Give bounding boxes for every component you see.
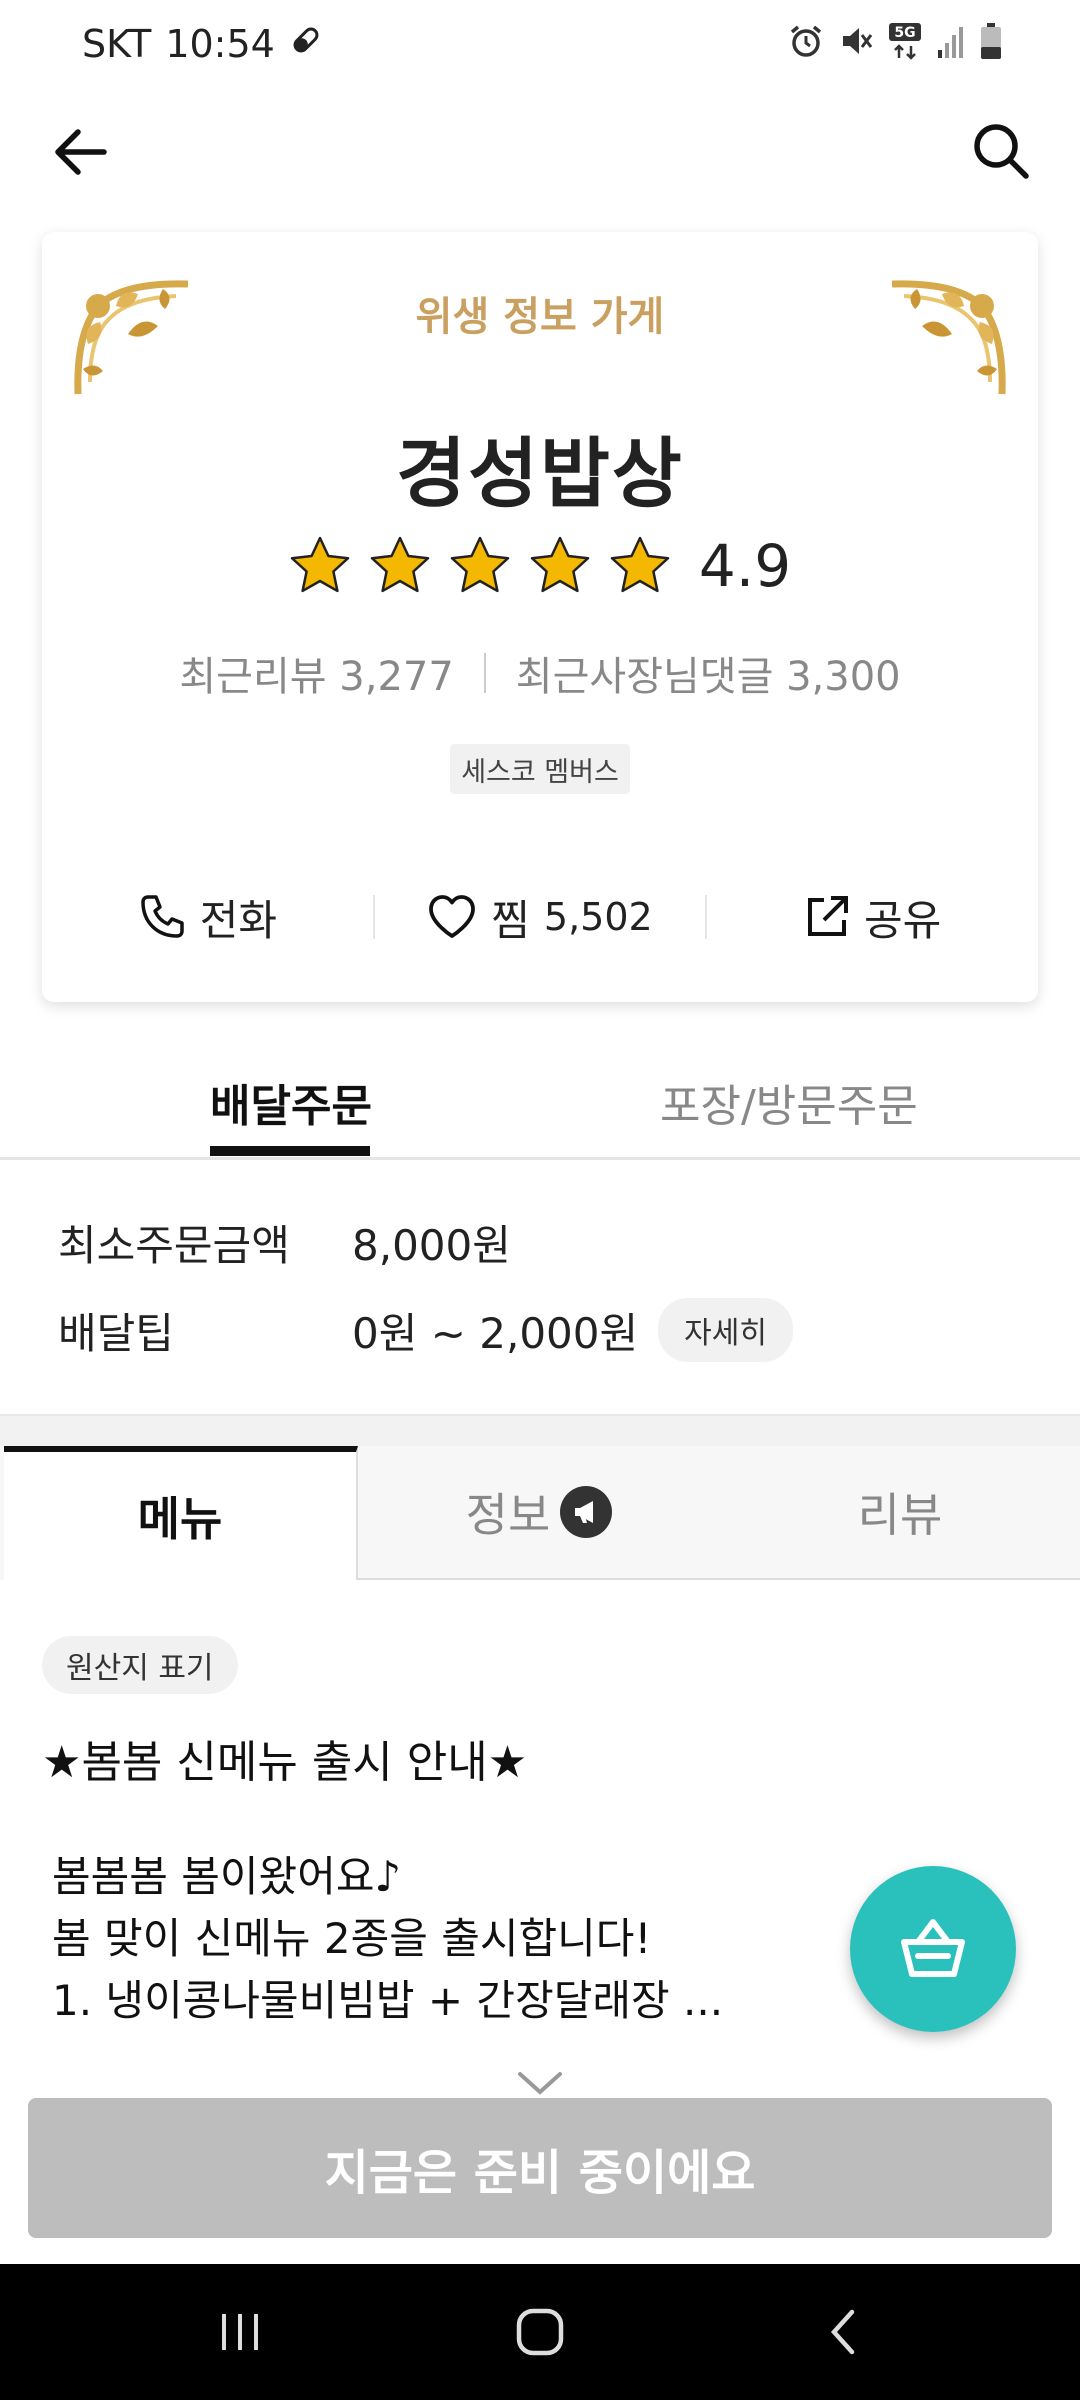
review-counts: 최근리뷰 3,277 최근사장님댓글 3,300 [42, 644, 1038, 702]
min-order-label: 최소주문금액 [58, 1221, 290, 1270]
tab-menu[interactable]: 메뉴 [4, 1446, 358, 1580]
tab-pickup-order[interactable]: 포장/방문주문 [660, 1070, 918, 1134]
notice-body: 봄봄봄 봄이왔어요♪ 봄 맞이 신메뉴 2종을 출시합니다! 1. 냉이콩나물비… [52, 1846, 723, 2032]
tab-info-label: 정보 [465, 1488, 551, 1542]
min-order-row: 최소주문금액 8,000원 [58, 1212, 511, 1273]
signal-icon [936, 24, 966, 58]
delivery-tip-row: 배달팁 0원 ~ 2,000원 자세히 [58, 1298, 793, 1362]
star-icon [370, 536, 430, 593]
divider [483, 653, 486, 693]
origin-label-button[interactable]: 원산지 표기 [42, 1636, 238, 1694]
share-label: 공유 [864, 895, 942, 945]
clock: 10:54 [165, 22, 275, 66]
battery-icon [980, 22, 1002, 60]
like-label: 찜 [491, 895, 530, 945]
store-name: 경성밥상 [396, 429, 684, 518]
like-count: 5,502 [543, 895, 653, 939]
recent-owner-replies-count: 최근사장님댓글 3,300 [515, 654, 901, 700]
cart-button[interactable] [850, 1866, 1016, 2032]
share-icon [808, 896, 849, 936]
call-label: 전화 [199, 895, 277, 945]
recent-reviews-count: 최근리뷰 3,277 [179, 654, 454, 700]
notice-title: ★봄봄 신메뉴 출시 안내★ [42, 1737, 528, 1788]
notice-line: 봄봄봄 봄이왔어요♪ [52, 1852, 402, 1901]
heart-icon [429, 895, 476, 938]
pill-icon [289, 22, 323, 66]
order-type-tabs: 배달주문 포장/방문주문 [0, 1040, 1080, 1160]
hygiene-label[interactable]: 위생 정보 가게 [42, 284, 1038, 342]
content-tabs: 메뉴 정보 리뷰 [0, 1446, 1080, 1580]
rating-value: 4.9 [698, 532, 792, 600]
megaphone-icon [560, 1486, 613, 1538]
search-button[interactable] [970, 120, 1032, 182]
notice-line: 1. 냉이콩나물비빔밥 + 간장달래장 ... [52, 1976, 724, 2025]
search-icon [974, 124, 1029, 179]
back-chevron-icon [830, 2309, 855, 2355]
star-icon [530, 536, 590, 593]
notice-line: 봄 맞이 신메뉴 2종을 출시합니다! [52, 1914, 652, 1963]
store-actions: 전화 찜 5,502 공유 [42, 872, 1038, 962]
delivery-tip-detail-button[interactable]: 자세히 [658, 1298, 793, 1362]
home-button[interactable] [460, 2264, 620, 2400]
recent-apps-button[interactable] [160, 2264, 320, 2400]
star-icon [290, 536, 350, 593]
rating-row: 4.9 [42, 532, 1038, 600]
star-icon [450, 536, 510, 593]
mute-icon [838, 23, 874, 59]
home-icon [516, 2308, 564, 2356]
tab-review[interactable]: 리뷰 [720, 1446, 1080, 1580]
tab-info[interactable]: 정보 [358, 1446, 720, 1580]
5g-data-icon: 5G [888, 22, 922, 60]
tab-review-label: 리뷰 [857, 1488, 943, 1542]
chevron-down-icon[interactable] [516, 2068, 564, 2098]
back-button[interactable] [50, 122, 110, 182]
active-tab-indicator [210, 1146, 370, 1156]
status-bar: SKT 10:54 5G [0, 0, 1080, 90]
store-card: 위생 정보 가게 경성밥상 4.9 최근리뷰 3,277 최근사장님댓글 3,3… [42, 232, 1038, 1002]
tab-delivery-order[interactable]: 배달주문 [210, 1070, 372, 1134]
system-nav-bar [0, 2264, 1080, 2400]
like-button[interactable]: 찜 5,502 [375, 887, 706, 948]
delivery-tip-value: 0원 ~ 2,000원 [352, 1308, 639, 1358]
section-divider [0, 1414, 1080, 1446]
basket-icon [901, 1919, 965, 1977]
phone-icon [140, 895, 184, 938]
member-badge: 세스코 멤버스 [450, 744, 630, 794]
call-button[interactable]: 전화 [42, 887, 373, 948]
order-status-button[interactable]: 지금은 준비 중이에요 [28, 2098, 1052, 2238]
delivery-tip-label: 배달팁 [58, 1308, 174, 1358]
min-order-value: 8,000원 [352, 1221, 511, 1270]
back-nav-button[interactable] [763, 2264, 923, 2400]
carrier-label: SKT [82, 22, 152, 66]
svg-text:5G: 5G [894, 25, 915, 41]
recent-apps-icon [222, 2314, 258, 2350]
back-arrow-icon [55, 129, 107, 175]
tab-menu-label: 메뉴 [137, 1492, 223, 1546]
star-icon [610, 536, 670, 593]
share-button[interactable]: 공유 [707, 887, 1038, 948]
alarm-icon [788, 23, 824, 59]
